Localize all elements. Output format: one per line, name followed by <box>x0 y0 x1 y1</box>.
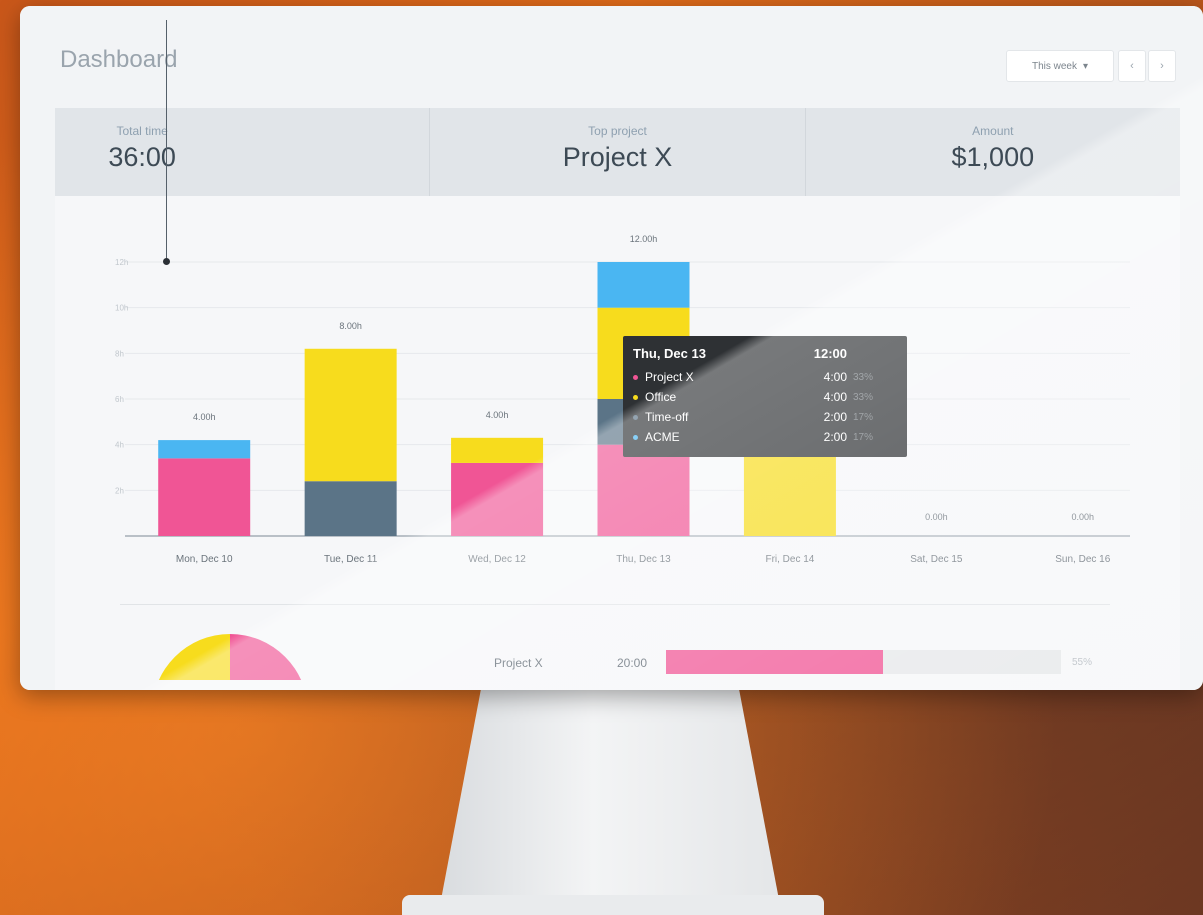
pie <box>152 634 308 680</box>
y-tick-label: 12h <box>115 258 128 267</box>
x-tick-label: Mon, Dec 10 <box>176 554 233 565</box>
bar-segment-office <box>304 481 397 536</box>
bar-segment-project-x <box>158 458 251 536</box>
tooltip-total: 12:00 <box>813 346 847 361</box>
tooltip-row-name: Project X <box>645 370 694 384</box>
page-title: Dashboard <box>60 46 178 73</box>
y-tick-label: 10h <box>115 304 128 313</box>
project-progress-fill <box>666 650 884 674</box>
bar-total-label: 12.00h <box>630 234 658 244</box>
stat-amount: Amount $1,000 <box>804 108 1180 196</box>
tooltip-row-name: Time-off <box>645 410 689 424</box>
tooltip-row: Office 4:00 33% <box>633 387 897 407</box>
tooltip-row-pct: 17% <box>853 431 874 443</box>
monitor-stand-base <box>402 895 824 915</box>
stat-top-project: Top project Project X <box>429 108 804 196</box>
bar-total-label: 4.00h <box>486 410 509 420</box>
tooltip-row-value: 2:00 <box>823 430 847 444</box>
tooltip-row: ACME 2:00 17% <box>633 427 897 447</box>
bar-segment-project-x <box>597 444 690 536</box>
bar-total-label: 8.00h <box>339 321 362 331</box>
bar-segment-time-off <box>451 437 544 463</box>
section-divider <box>120 604 1110 605</box>
stat-value: Project X <box>562 142 673 172</box>
bar-total-label: 4.00h <box>193 412 216 422</box>
legend-dot <box>633 414 638 420</box>
project-time: 20:00 <box>617 656 648 670</box>
tooltip-row: Time-off 2:00 17% <box>633 407 897 427</box>
monitor-stand <box>440 690 780 905</box>
cursor-line <box>166 20 167 260</box>
tooltip-date: Thu, Dec 13 <box>633 346 706 361</box>
chevron-right-icon: › <box>1160 60 1164 72</box>
dashboard-screen: Dashboard This week ▾ ‹ › Total time 36:… <box>20 6 1203 690</box>
chevron-left-icon: ‹ <box>1130 60 1134 72</box>
y-tick-label: 8h <box>115 349 124 358</box>
bar-segment-acme <box>158 440 251 459</box>
tooltip-header: Thu, Dec 13 12:00 <box>633 346 897 361</box>
tooltip-row-pct: 17% <box>853 411 874 423</box>
bar-chart: 12h 10h 8h 6h 4h 2h 4.00h Mon, Dec 10 8.00h Tue, … <box>115 234 1130 565</box>
chart-tooltip: Thu, Dec 13 12:00 Project X 4:00 33% Off… <box>623 336 907 457</box>
bar-segment-acme <box>597 262 690 308</box>
legend-dot <box>633 394 638 400</box>
project-name: Project X <box>494 656 543 670</box>
chevron-down-icon: ▾ <box>1082 60 1089 72</box>
tooltip-row-name: Office <box>645 390 677 404</box>
x-tick-label: Sat, Dec 15 <box>910 554 963 565</box>
bar-segment-time-off <box>304 348 397 482</box>
stat-label: Top project <box>588 124 647 138</box>
bar-segment-time-off <box>743 444 836 536</box>
project-progress-track <box>666 650 1061 674</box>
tooltip-row-pct: 33% <box>853 391 874 403</box>
prev-week-button[interactable]: ‹ <box>1118 50 1146 82</box>
tooltip-row-name: ACME <box>645 430 680 444</box>
x-tick-label: Thu, Dec 13 <box>616 554 671 565</box>
x-tick-label: Tue, Dec 11 <box>324 554 378 565</box>
stats-bar: Total time 36:00 Top project Project X A… <box>55 108 1180 196</box>
x-tick-label: Fri, Dec 14 <box>765 554 814 565</box>
tooltip-row-value: 4:00 <box>823 390 847 404</box>
y-tick-label: 4h <box>115 441 124 450</box>
project-pie-chart <box>152 634 308 680</box>
bar-segment-project-x <box>451 462 544 536</box>
monitor: Dashboard This week ▾ ‹ › Total time 36:… <box>20 6 1203 690</box>
stat-total-time: Total time 36:00 <box>55 108 429 196</box>
stat-value: 36:00 <box>108 142 176 172</box>
chart-area: 12h 10h 8h 6h 4h 2h 4.00h Mon, Dec 10 8.00h Tue, … <box>55 196 1180 690</box>
tooltip-row-value: 2:00 <box>823 410 847 424</box>
week-select-label: This week <box>1031 60 1077 72</box>
legend-dot <box>633 434 638 440</box>
bar-total-label: 0.00h <box>925 512 948 522</box>
tooltip-row-value: 4:00 <box>823 370 847 384</box>
cursor-dot <box>163 258 170 265</box>
tooltip-row-pct: 33% <box>853 371 874 383</box>
x-tick-label: Sun, Dec 16 <box>1055 554 1110 565</box>
y-tick-label: 2h <box>115 486 124 495</box>
stat-value: $1,000 <box>951 142 1035 172</box>
next-week-button[interactable]: › <box>1148 50 1176 82</box>
tooltip-row: Project X 4:00 33% <box>633 367 897 387</box>
stat-label: Amount <box>972 124 1014 138</box>
bar-total-label: 0.00h <box>1072 512 1095 522</box>
stat-label: Total time <box>116 124 168 138</box>
x-tick-label: Wed, Dec 12 <box>468 554 526 565</box>
y-tick-label: 6h <box>115 395 124 404</box>
week-select-dropdown[interactable]: This week ▾ <box>1006 50 1114 82</box>
project-percent: 55% <box>1072 657 1093 668</box>
legend-dot <box>633 374 638 380</box>
